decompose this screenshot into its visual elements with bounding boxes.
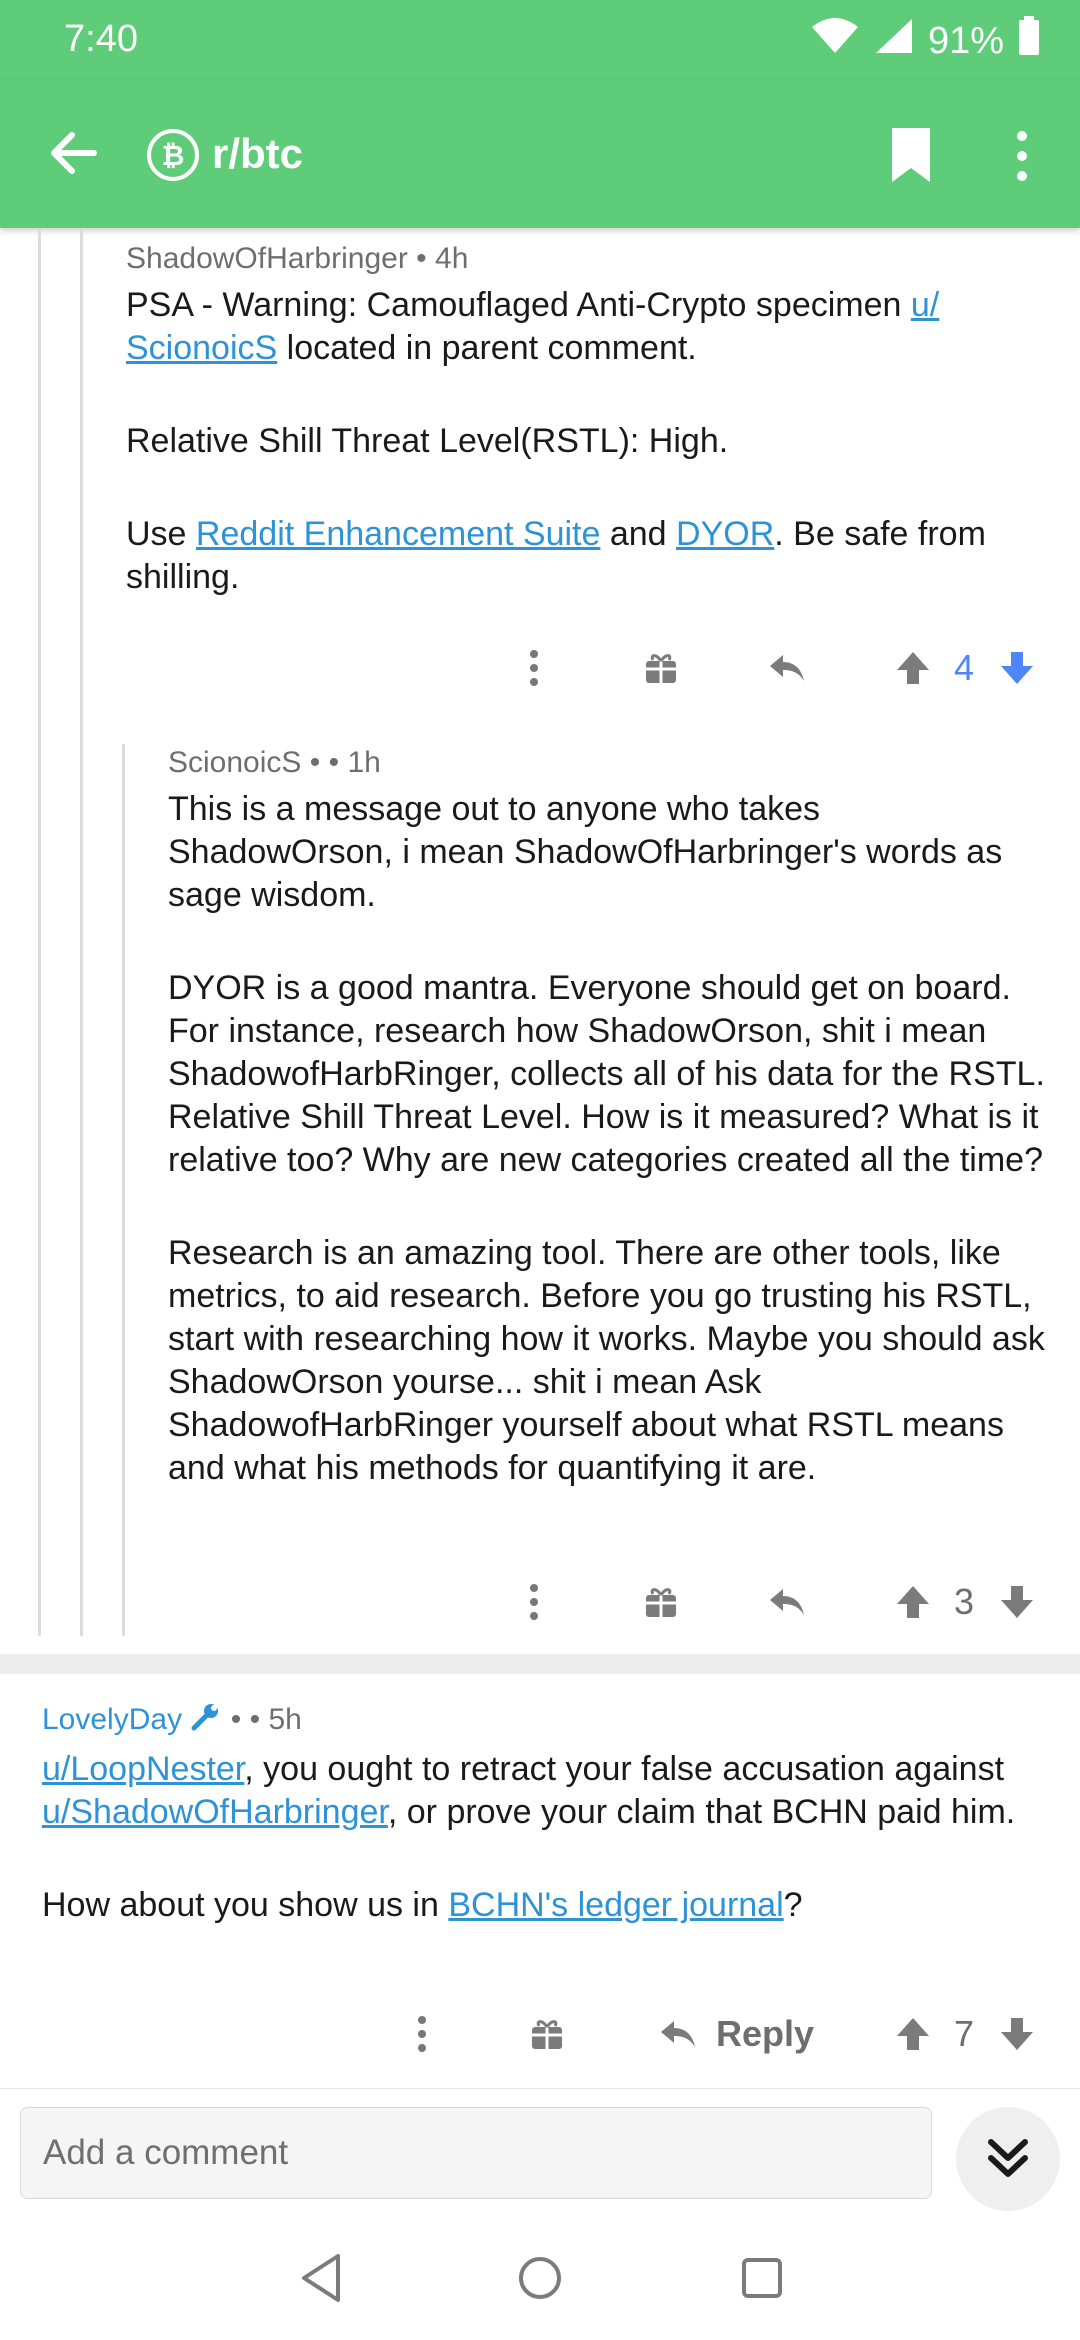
add-comment-input[interactable]: Add a comment [20, 2107, 932, 2199]
status-bar: 7:40 91% [0, 0, 1080, 80]
comment-author[interactable]: ShadowOfHarbringer [126, 242, 408, 275]
svg-text:₿: ₿ [162, 139, 185, 172]
comment-age: 4h [435, 242, 469, 275]
comment-author[interactable]: LovelyDay [42, 1703, 182, 1736]
comment-body: This is a message out to anyone who take… [168, 790, 1045, 1487]
comment-composer: Add a comment [0, 2088, 1080, 2219]
res-link[interactable]: Reddit Enhancement Suite [196, 515, 600, 553]
comment-age: 5h [268, 1702, 302, 1736]
user-link[interactable]: u/ [911, 286, 939, 324]
more-options-icon[interactable] [516, 1572, 552, 1632]
reply-icon[interactable] [762, 1572, 812, 1632]
nav-recents-icon[interactable] [732, 2248, 792, 2308]
app-bar: ₿ r/btc [0, 80, 1080, 228]
clock: 7:40 [64, 18, 138, 60]
comment-actions: 3 [0, 1572, 1080, 1632]
comment-author[interactable]: ScionoicS [168, 746, 301, 779]
bitcoin-logo-icon: ₿ [146, 128, 200, 182]
thread-divider [0, 1654, 1080, 1674]
gift-award-icon[interactable] [638, 638, 684, 698]
upvote-icon[interactable] [890, 2004, 936, 2064]
comment-age: 1h [347, 746, 381, 779]
wifi-icon [810, 17, 860, 65]
user-link[interactable]: u/LoopNester [42, 1750, 244, 1788]
thread-line [38, 228, 41, 1636]
reply-icon [660, 2021, 695, 2047]
signal-icon [874, 17, 914, 65]
vote-score: 7 [953, 2013, 975, 2054]
battery-level: 91% [927, 19, 1004, 62]
comment-actions: 4 [0, 638, 1080, 698]
thread-line [80, 228, 83, 1636]
user-link[interactable]: ScionoicS [126, 329, 277, 367]
comment-meta: ScionoicS • • 1h [168, 746, 381, 779]
nav-back-icon[interactable] [292, 2248, 352, 2308]
comment-thread: ShadowOfHarbringer • 4h PSA - Warning: C… [0, 228, 1080, 2088]
gift-award-icon[interactable] [524, 2004, 570, 2064]
reply-button[interactable]: Reply [648, 2004, 824, 2064]
collapse-chevron-icon[interactable] [956, 2107, 1060, 2211]
comment-meta: ShadowOfHarbringer • 4h [126, 242, 469, 275]
comment-body: PSA - Warning: Camouflaged Anti-Crypto s… [126, 286, 986, 596]
ledger-link[interactable]: BCHN's ledger journal [448, 1886, 783, 1924]
comment-meta: LovelyDay • • 5h [42, 1702, 1042, 1740]
nav-home-icon[interactable] [510, 2248, 570, 2308]
system-nav-bar [0, 2218, 1080, 2340]
battery-icon [1018, 16, 1040, 66]
vote-score: 3 [953, 1581, 975, 1622]
more-options-icon[interactable] [516, 638, 552, 698]
comment: ScionoicS • • 1h This is a message out t… [168, 746, 1048, 1490]
downvote-icon[interactable] [994, 638, 1040, 698]
more-options-icon[interactable] [1010, 128, 1034, 184]
reply-icon[interactable] [762, 638, 812, 698]
comment-body: u/LoopNester, you ought to retract your … [42, 1750, 1016, 1924]
more-options-icon[interactable] [404, 2004, 440, 2064]
upvote-icon[interactable] [890, 638, 936, 698]
comment: ShadowOfHarbringer • 4h PSA - Warning: C… [126, 242, 1046, 599]
upvote-icon[interactable] [890, 1572, 936, 1632]
back-arrow-icon[interactable] [46, 126, 100, 180]
moderator-wrench-icon [190, 1702, 222, 1740]
subreddit-title[interactable]: r/btc [212, 130, 303, 178]
vote-score: 4 [953, 647, 975, 688]
downvote-icon[interactable] [994, 1572, 1040, 1632]
gift-award-icon[interactable] [638, 1572, 684, 1632]
comment-actions: Reply 7 [0, 2004, 1080, 2064]
thread-line [122, 744, 125, 1636]
comment: LovelyDay • • 5h u/LoopNester, you ought… [42, 1702, 1042, 1927]
reply-label: Reply [715, 2013, 815, 2054]
dyor-link[interactable]: DYOR [676, 515, 774, 553]
bookmark-icon[interactable] [890, 126, 932, 184]
user-link[interactable]: u/ShadowOfHarbringer [42, 1793, 388, 1831]
downvote-icon[interactable] [994, 2004, 1040, 2064]
